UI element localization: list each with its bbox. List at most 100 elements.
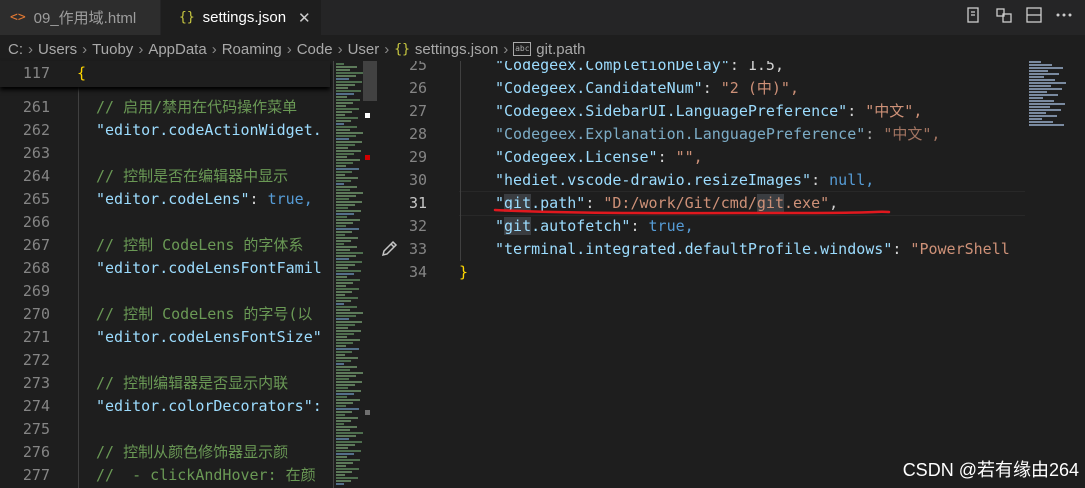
minimap-line <box>336 174 345 176</box>
minimap-line <box>1029 100 1054 102</box>
line-number: 273 <box>22 374 50 392</box>
minimap-line <box>336 441 362 443</box>
minimap-line <box>336 252 363 254</box>
breadcrumb-item[interactable]: User <box>348 41 380 58</box>
minimap-line <box>336 315 356 317</box>
minimap-line <box>1029 115 1057 117</box>
minimap-line <box>336 267 348 269</box>
line-number: 30 <box>408 171 427 189</box>
minimap-line <box>1029 79 1055 81</box>
code-comment: // 控制从颜色修饰器显示颜 <box>96 443 289 461</box>
minimap-line <box>336 330 361 332</box>
minimap-line <box>336 285 346 287</box>
minimap[interactable] <box>1027 61 1075 131</box>
breadcrumb-item[interactable]: settings.json <box>415 41 498 58</box>
minimap-line <box>336 303 344 305</box>
code-value: "", <box>675 148 703 166</box>
code-value: true, <box>267 190 313 208</box>
breadcrumb-item[interactable]: git.path <box>536 41 585 58</box>
minimap-line <box>336 279 360 281</box>
minimap-line <box>336 183 344 185</box>
minimap-line <box>336 465 346 467</box>
line-number: 266 <box>22 213 50 231</box>
breadcrumb-item[interactable]: Tuoby <box>92 41 133 58</box>
html-file-icon: <> <box>10 10 26 25</box>
minimap-line <box>336 462 353 464</box>
chevron-right-icon: › <box>28 40 33 58</box>
minimap-line <box>336 111 352 113</box>
minimap-line <box>336 369 350 371</box>
line-number: 265 <box>22 190 50 208</box>
compare-icon[interactable] <box>965 6 983 29</box>
line-number: 28 <box>408 125 427 143</box>
breadcrumb-item[interactable]: Users <box>38 41 77 58</box>
breadcrumb-item[interactable]: Code <box>297 41 333 58</box>
minimap-line <box>336 459 360 461</box>
json-file-icon: {} <box>179 10 195 25</box>
code-line: "Codegeex.CandidateNum": "2 (中)", <box>495 79 799 97</box>
minimap-line <box>336 69 350 71</box>
breadcrumb-item[interactable]: AppData <box>148 41 206 58</box>
sticky-scroll[interactable]: 117 { <box>0 61 330 87</box>
minimap-line <box>336 321 362 323</box>
minimap-line <box>336 363 344 365</box>
minimap-line <box>336 132 363 134</box>
minimap-line <box>336 273 354 275</box>
minimap-line <box>1029 64 1052 66</box>
line-number: 32 <box>408 217 427 235</box>
breadcrumb-item[interactable]: C: <box>8 41 23 58</box>
minimap-line <box>336 288 359 290</box>
minimap-line <box>336 102 353 104</box>
line-number: 117 <box>22 64 50 82</box>
minimap-line <box>336 264 355 266</box>
minimap-line <box>336 444 355 446</box>
minimap-line <box>336 153 354 155</box>
error-marker <box>365 155 370 160</box>
code-line: "Codegeex.License": "", <box>495 148 703 166</box>
minimap-line <box>336 180 351 182</box>
minimap-line <box>336 90 361 92</box>
minimap-line <box>336 192 363 194</box>
minimap-line <box>336 351 352 353</box>
line-number: 29 <box>408 148 427 166</box>
minimap-line <box>336 309 350 311</box>
minimap-line <box>336 357 358 359</box>
minimap-line <box>336 156 347 158</box>
minimap-line <box>336 138 349 140</box>
minimap-line <box>336 162 353 164</box>
code-line: "terminal.integrated.defaultProfile.wind… <box>495 240 1010 258</box>
tab-settings-json[interactable]: {} settings.json ✕ <box>161 0 321 35</box>
minimap[interactable] <box>334 61 376 488</box>
code-comment: // 控制是否在编辑器中显示 <box>96 167 289 185</box>
breadcrumb-item[interactable]: Roaming <box>222 41 282 58</box>
code-value: 1.5, <box>747 61 784 74</box>
minimap-line <box>336 213 354 215</box>
tab-label: settings.json <box>202 9 287 26</box>
tab-09-html[interactable]: <> 09_作用域.html <box>0 0 161 35</box>
minimap-line <box>336 120 351 122</box>
minimap-line <box>336 66 357 68</box>
minimap-line <box>336 306 357 308</box>
right-editor[interactable]: 25 "Codegeex.CompletionDelay": 1.5, 26 "… <box>377 61 1025 488</box>
minimap-line <box>336 471 352 473</box>
code-comment: // - clickAndHover: 在颜 <box>96 466 316 484</box>
toggle-panel-icon[interactable] <box>1025 6 1043 29</box>
more-actions-icon[interactable] <box>1055 6 1073 29</box>
line-number: 263 <box>22 144 50 162</box>
minimap-line <box>336 291 352 293</box>
left-editor[interactable]: 261 // 启用/禁用在代码操作菜单 262 "editor.codeActi… <box>0 61 333 488</box>
scrollbar-thumb[interactable] <box>363 61 377 101</box>
code-line: "Codegeex.Explanation.LanguagePreference… <box>495 125 941 143</box>
minimap-line <box>336 342 353 344</box>
minimap-line <box>336 378 349 380</box>
minimap-line <box>1029 103 1065 105</box>
code-key: "editor.colorDecorators": <box>96 397 322 415</box>
minimap-line <box>336 402 353 404</box>
line-number: 27 <box>408 102 427 120</box>
code-line: "Codegeex.CompletionDelay": 1.5, <box>495 61 784 77</box>
code-value: true, <box>648 217 694 235</box>
close-icon[interactable]: ✕ <box>298 9 311 27</box>
split-editor-icon[interactable] <box>995 6 1013 29</box>
minimap-line <box>336 255 356 257</box>
minimap-line <box>336 447 348 449</box>
